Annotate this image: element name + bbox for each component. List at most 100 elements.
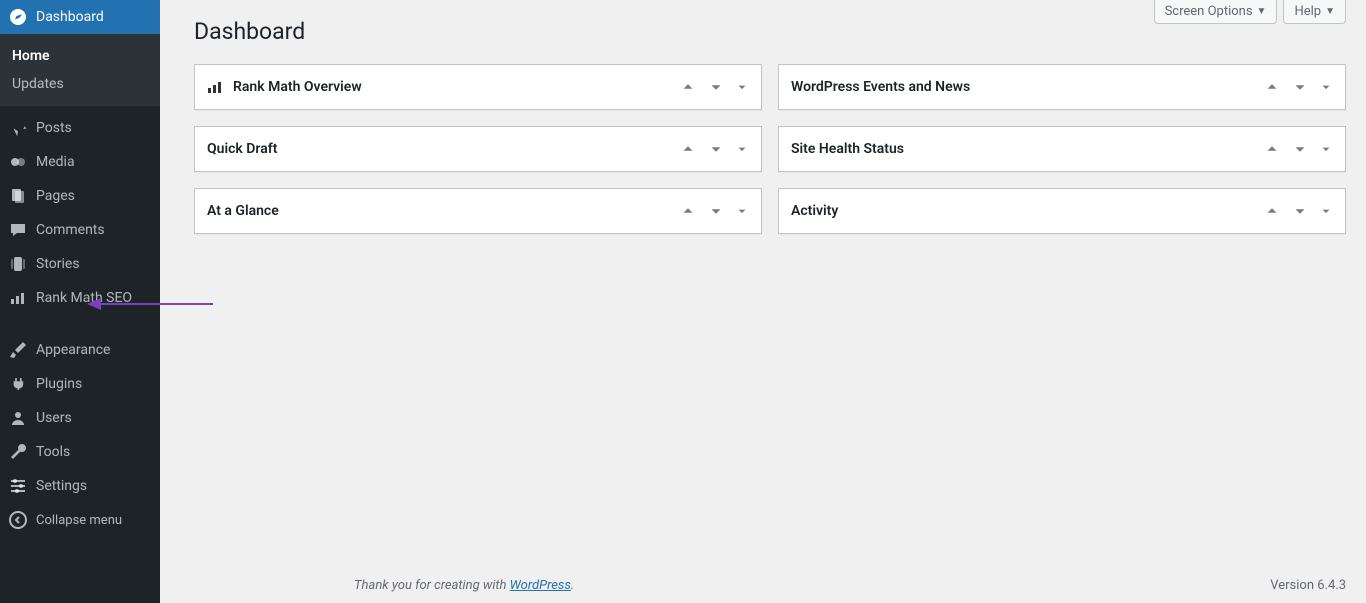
- toggle-icon[interactable]: [735, 142, 749, 156]
- sidebar-item-pages[interactable]: Pages: [0, 179, 160, 213]
- dashboard-icon: [8, 7, 28, 27]
- help-button[interactable]: Help ▼: [1283, 0, 1346, 24]
- move-up-icon[interactable]: [679, 78, 697, 96]
- dashboard-submenu: Home Updates: [0, 34, 160, 106]
- move-down-icon[interactable]: [1291, 140, 1309, 158]
- postbox-header: Rank Math Overview: [195, 65, 761, 109]
- screen-options-label: Screen Options: [1165, 4, 1253, 19]
- postbox-header: Site Health Status: [779, 127, 1345, 171]
- postbox-actions: [1263, 140, 1333, 158]
- postbox-title: WordPress Events and News: [791, 79, 970, 95]
- sidebar-item-stories[interactable]: Stories: [0, 247, 160, 281]
- move-up-icon[interactable]: [1263, 202, 1281, 220]
- help-label: Help: [1294, 4, 1321, 19]
- move-down-icon[interactable]: [707, 140, 725, 158]
- collapse-menu[interactable]: Collapse menu: [0, 503, 160, 537]
- postbox-title-text: At a Glance: [207, 203, 279, 219]
- move-up-icon[interactable]: [679, 202, 697, 220]
- sidebar-item-label: Posts: [36, 120, 72, 136]
- user-icon: [8, 408, 28, 428]
- postbox-actions: [679, 140, 749, 158]
- column-right: WordPress Events and News Site Health St…: [778, 64, 1346, 234]
- sidebar-item-posts[interactable]: Posts: [0, 111, 160, 145]
- sidebar-item-label: Dashboard: [36, 9, 104, 25]
- admin-footer: Thank you for creating with WordPress. V…: [354, 578, 1346, 593]
- postbox-actions: [679, 78, 749, 96]
- toggle-icon[interactable]: [735, 204, 749, 218]
- sidebar-item-users[interactable]: Users: [0, 401, 160, 435]
- sidebar-item-plugins[interactable]: Plugins: [0, 367, 160, 401]
- rankmath-icon: [8, 288, 28, 308]
- dashboard-widgets: Rank Math Overview Quick Draft: [194, 64, 1346, 234]
- pin-icon: [8, 118, 28, 138]
- dropdown-icon: ▼: [1257, 6, 1267, 17]
- postbox-title-text: Rank Math Overview: [233, 79, 362, 95]
- postbox-title: At a Glance: [207, 203, 279, 219]
- rankmath-icon: [207, 80, 225, 94]
- media-icon: [8, 152, 28, 172]
- postbox-title-text: Activity: [791, 203, 838, 219]
- footer-thanks-prefix: Thank you for creating with: [354, 578, 510, 593]
- dropdown-icon: ▼: [1325, 6, 1335, 17]
- collapse-icon: [8, 510, 28, 530]
- move-up-icon[interactable]: [1263, 140, 1281, 158]
- sidebar-item-label: Comments: [36, 222, 105, 238]
- postbox-header: Quick Draft: [195, 127, 761, 171]
- postbox-title: Site Health Status: [791, 141, 904, 157]
- sidebar-item-label: Rank Math SEO: [36, 290, 132, 306]
- postbox-header: WordPress Events and News: [779, 65, 1345, 109]
- sidebar-item-tools[interactable]: Tools: [0, 435, 160, 469]
- sidebar-item-appearance[interactable]: Appearance: [0, 333, 160, 367]
- move-down-icon[interactable]: [1291, 78, 1309, 96]
- submenu-home[interactable]: Home: [0, 42, 160, 70]
- submenu-updates[interactable]: Updates: [0, 70, 160, 98]
- screen-options-button[interactable]: Screen Options ▼: [1154, 0, 1278, 24]
- sidebar-item-label: Appearance: [36, 342, 110, 358]
- postbox-header: Activity: [779, 189, 1345, 233]
- top-buttons: Screen Options ▼ Help ▼: [1154, 0, 1346, 24]
- sidebar-item-label: Users: [36, 410, 72, 426]
- sidebar-item-label: Pages: [36, 188, 75, 204]
- postbox-at-a-glance: At a Glance: [194, 188, 762, 234]
- postbox-actions: [1263, 78, 1333, 96]
- sidebar-item-dashboard[interactable]: Dashboard: [0, 0, 160, 34]
- move-down-icon[interactable]: [1291, 202, 1309, 220]
- postbox-title-text: Quick Draft: [207, 141, 277, 157]
- pages-icon: [8, 186, 28, 206]
- move-down-icon[interactable]: [707, 78, 725, 96]
- collapse-label: Collapse menu: [36, 513, 122, 528]
- toggle-icon[interactable]: [1319, 142, 1333, 156]
- sidebar-item-settings[interactable]: Settings: [0, 469, 160, 503]
- sidebar-item-comments[interactable]: Comments: [0, 213, 160, 247]
- postbox-rankmath-overview: Rank Math Overview: [194, 64, 762, 110]
- toggle-icon[interactable]: [735, 80, 749, 94]
- toggle-icon[interactable]: [1319, 204, 1333, 218]
- postbox-wp-events: WordPress Events and News: [778, 64, 1346, 110]
- comment-icon: [8, 220, 28, 240]
- footer-version: Version 6.4.3: [1270, 578, 1346, 593]
- toggle-icon[interactable]: [1319, 80, 1333, 94]
- postbox-site-health: Site Health Status: [778, 126, 1346, 172]
- sidebar-item-label: Tools: [36, 444, 70, 460]
- sidebar-item-label: Media: [36, 154, 75, 170]
- move-down-icon[interactable]: [707, 202, 725, 220]
- postbox-activity: Activity: [778, 188, 1346, 234]
- wordpress-link[interactable]: WordPress: [510, 578, 571, 593]
- wrench-icon: [8, 442, 28, 462]
- sidebar-item-label: Settings: [36, 478, 87, 494]
- page-title: Dashboard: [194, 18, 305, 45]
- move-up-icon[interactable]: [679, 140, 697, 158]
- sidebar-item-rankmath[interactable]: Rank Math SEO: [0, 281, 160, 315]
- postbox-actions: [1263, 202, 1333, 220]
- postbox-title: Rank Math Overview: [207, 79, 362, 95]
- sidebar-item-media[interactable]: Media: [0, 145, 160, 179]
- postbox-title: Quick Draft: [207, 141, 277, 157]
- postbox-actions: [679, 202, 749, 220]
- plug-icon: [8, 374, 28, 394]
- postbox-quick-draft: Quick Draft: [194, 126, 762, 172]
- postbox-title-text: Site Health Status: [791, 141, 904, 157]
- postbox-title: Activity: [791, 203, 838, 219]
- column-left: Rank Math Overview Quick Draft: [194, 64, 762, 234]
- move-up-icon[interactable]: [1263, 78, 1281, 96]
- admin-sidebar: Dashboard Home Updates Posts Media Pages…: [0, 0, 160, 603]
